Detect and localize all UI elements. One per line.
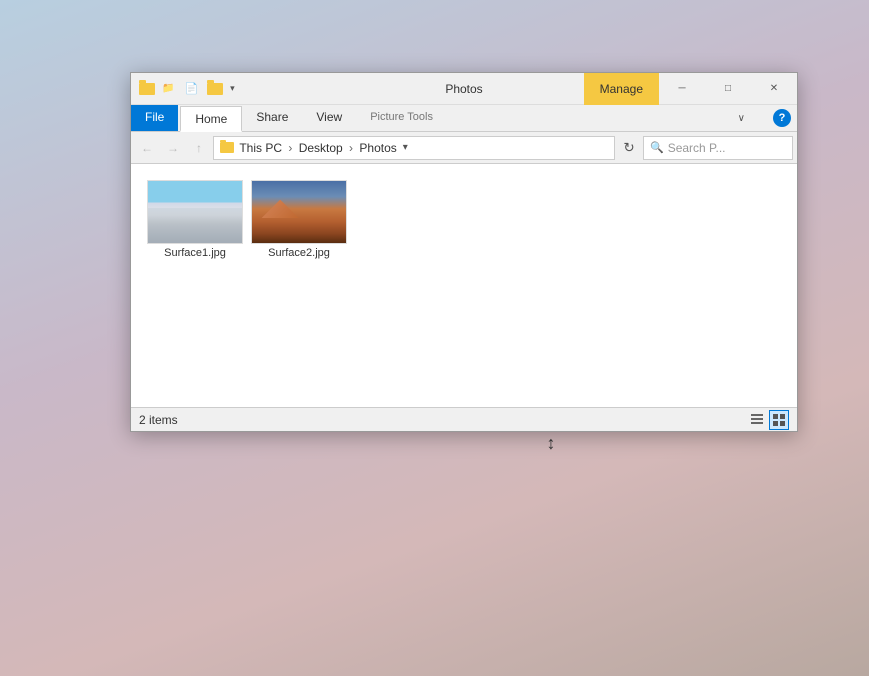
- path-sep-2: ›: [346, 141, 357, 155]
- window-title: Photos: [445, 82, 482, 96]
- resize-cursor: ↕: [543, 433, 559, 457]
- window-controls: ─ □ ✕: [659, 73, 797, 105]
- tab-share[interactable]: Share: [242, 105, 302, 131]
- title-bar-left: 📁 📄 ▾: [131, 80, 584, 97]
- ribbon-tabs-row: File Home Share View Picture Tools ∨ ?: [131, 105, 797, 131]
- tab-file[interactable]: File: [131, 105, 178, 131]
- window-folder-icon: [139, 83, 155, 95]
- forward-button[interactable]: →: [161, 136, 185, 160]
- view-large-icons-button[interactable]: [769, 410, 789, 430]
- search-box[interactable]: 🔍 Search P...: [643, 136, 793, 160]
- tab-view[interactable]: View: [302, 105, 356, 131]
- explorer-window: 📁 📄 ▾ Manage Photos ─ □ ✕ File Home Shar…: [130, 72, 798, 432]
- tab-picture-tools[interactable]: Picture Tools: [356, 105, 447, 131]
- manage-label: Manage: [600, 82, 643, 96]
- address-bar: ← → ↑ This PC › Desktop › Photos ▾ ↻ 🔍 S…: [131, 132, 797, 164]
- search-icon: 🔍: [650, 141, 664, 154]
- quick-access-dropdown[interactable]: ▾: [227, 81, 238, 96]
- path-photos: Photos: [359, 141, 396, 155]
- close-button[interactable]: ✕: [751, 73, 797, 105]
- search-placeholder: Search P...: [668, 141, 726, 155]
- quick-access-properties[interactable]: 📄: [181, 80, 201, 97]
- picture-tools-label: Picture Tools: [370, 111, 433, 123]
- item-count: 2 items: [139, 413, 178, 427]
- thumb-surface2-image: [252, 181, 346, 243]
- ribbon-collapse[interactable]: ∨: [734, 111, 749, 126]
- path-this-pc: This PC: [236, 141, 282, 155]
- file-name-surface1: Surface1.jpg: [164, 247, 226, 259]
- thumbnail-surface2: [251, 180, 347, 244]
- path-desktop: Desktop: [299, 141, 343, 155]
- view-details-icon: [750, 413, 764, 427]
- tab-home[interactable]: Home: [180, 106, 242, 132]
- thumb-surface1-image: [148, 181, 242, 243]
- path-dropdown-button[interactable]: ▾: [399, 140, 412, 155]
- quick-access-new-folder[interactable]: 📁: [159, 81, 177, 96]
- path-folder-icon: [220, 142, 234, 153]
- path-sep-1: ›: [285, 141, 296, 155]
- view-large-icons-icon: [772, 413, 786, 427]
- view-details-button[interactable]: [747, 410, 767, 430]
- refresh-button[interactable]: ↻: [617, 136, 641, 160]
- file-item-surface2[interactable]: Surface2.jpg: [251, 176, 347, 263]
- file-item-surface1[interactable]: Surface1.jpg: [147, 176, 243, 263]
- view-toggle: [747, 410, 789, 430]
- minimize-button[interactable]: ─: [659, 73, 705, 105]
- file-name-surface2: Surface2.jpg: [268, 247, 330, 259]
- quick-folder-icon2: [207, 83, 223, 95]
- up-button[interactable]: ↑: [187, 136, 211, 160]
- address-path[interactable]: This PC › Desktop › Photos ▾: [213, 136, 615, 160]
- maximize-button[interactable]: □: [705, 73, 751, 105]
- status-bar: 2 items: [131, 407, 797, 431]
- thumbnail-surface1: [147, 180, 243, 244]
- ribbon-tabs: File Home Share View Picture Tools: [131, 105, 447, 131]
- help-button[interactable]: ?: [773, 109, 791, 127]
- file-area: Surface1.jpg Surface2.jpg: [131, 164, 797, 407]
- back-button[interactable]: ←: [135, 136, 159, 160]
- title-bar: 📁 📄 ▾ Manage Photos ─ □ ✕: [131, 73, 797, 105]
- manage-tab[interactable]: Manage: [584, 73, 659, 105]
- ribbon: File Home Share View Picture Tools ∨ ?: [131, 105, 797, 132]
